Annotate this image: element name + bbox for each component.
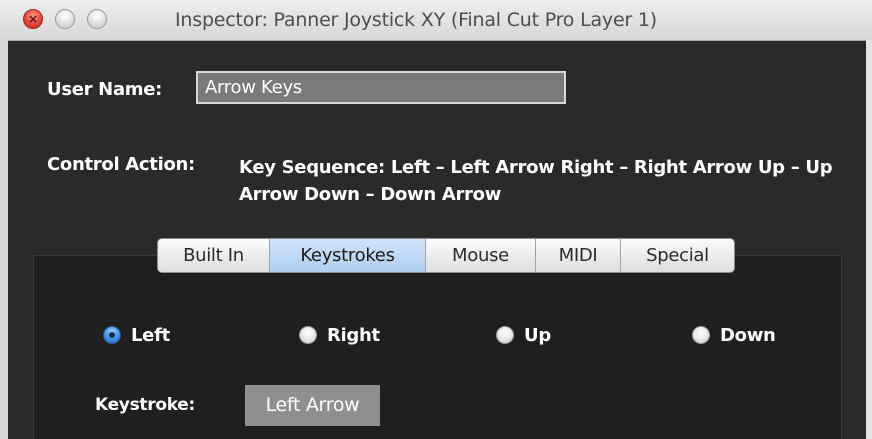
- radio-down[interactable]: Down: [692, 323, 776, 347]
- tab-keystrokes[interactable]: Keystrokes: [270, 239, 426, 272]
- radio-right[interactable]: Right: [299, 323, 380, 347]
- action-type-tabs: Built In Keystrokes Mouse MIDI Special: [157, 238, 735, 273]
- keystroke-field[interactable]: Left Arrow: [245, 385, 380, 426]
- radio-right-label: Right: [327, 324, 380, 346]
- radio-down-label: Down: [720, 324, 776, 346]
- close-button[interactable]: ×: [23, 9, 43, 29]
- user-name-label: User Name:: [47, 79, 163, 100]
- zoom-button[interactable]: [87, 9, 107, 29]
- radio-button[interactable]: [299, 326, 317, 344]
- radio-up-label: Up: [524, 324, 551, 346]
- minimize-button[interactable]: [55, 9, 75, 29]
- window-edge-right: [866, 40, 872, 439]
- control-action-value: Key Sequence: Left – Left Arrow Right – …: [239, 157, 833, 205]
- inspector-window: × Inspector: Panner Joystick XY (Final C…: [0, 0, 872, 439]
- tab-built-in[interactable]: Built In: [158, 239, 270, 272]
- title-bar[interactable]: × Inspector: Panner Joystick XY (Final C…: [0, 0, 872, 41]
- radio-left[interactable]: Left: [103, 323, 170, 347]
- user-name-field[interactable]: [196, 71, 566, 104]
- keystroke-label: Keystroke:: [95, 395, 195, 415]
- window-title: Inspector: Panner Joystick XY (Final Cut…: [175, 9, 657, 31]
- tab-mouse[interactable]: Mouse: [426, 239, 536, 272]
- tab-midi[interactable]: MIDI: [536, 239, 621, 272]
- tab-special[interactable]: Special: [621, 239, 734, 272]
- radio-left-label: Left: [131, 324, 170, 346]
- radio-button-selected[interactable]: [103, 326, 121, 344]
- radio-button[interactable]: [496, 326, 514, 344]
- radio-button[interactable]: [692, 326, 710, 344]
- radio-up[interactable]: Up: [496, 323, 551, 347]
- control-action-label: Control Action:: [47, 154, 195, 175]
- window-edge-left: [0, 40, 8, 439]
- close-icon: ×: [27, 12, 39, 26]
